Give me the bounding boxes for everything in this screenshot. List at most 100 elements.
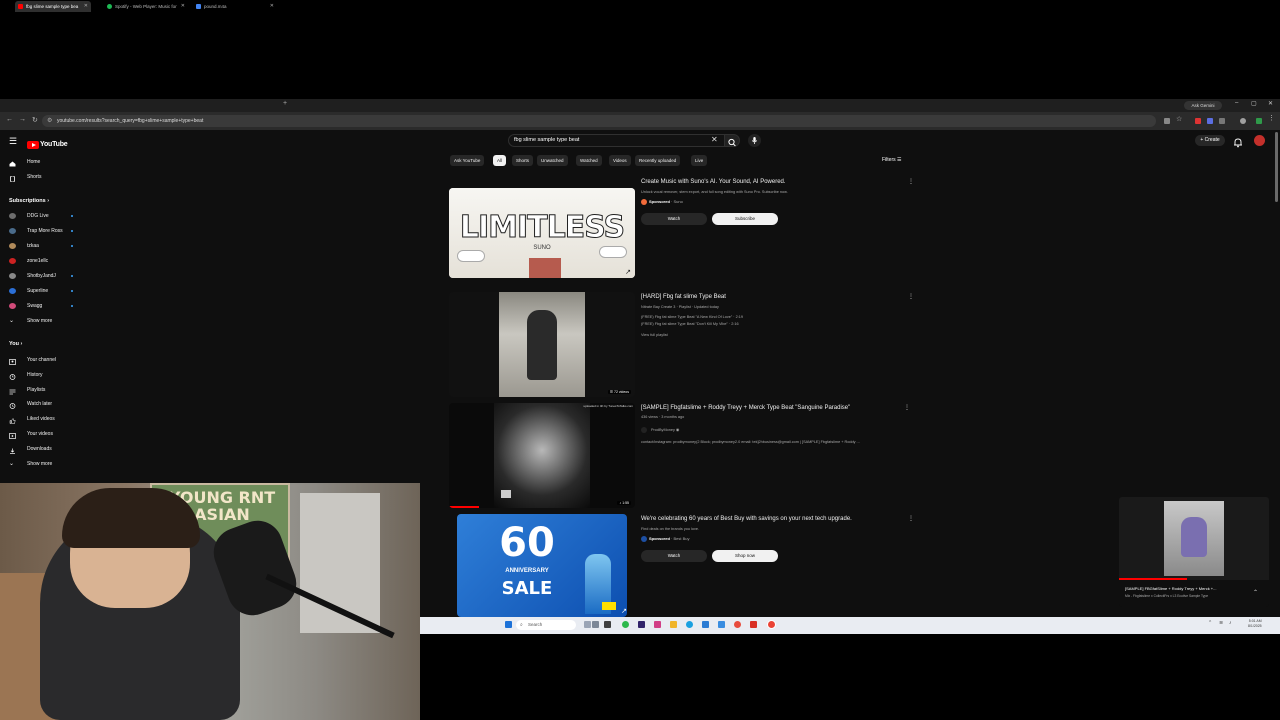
taskbar-app-icon[interactable] xyxy=(750,621,757,628)
taskbar-search-box[interactable]: ⌕ Search xyxy=(516,620,576,630)
playlist-thumbnail[interactable]: ☰ 72 videos xyxy=(449,292,635,397)
account-avatar[interactable] xyxy=(1254,135,1265,146)
forward-icon[interactable]: → xyxy=(19,116,26,123)
filters-button[interactable]: Filters ☰ xyxy=(882,157,902,163)
miniplayer-progress-bar[interactable] xyxy=(1119,578,1187,580)
bookmark-star-icon[interactable]: ☆ xyxy=(1176,115,1182,123)
ad-title[interactable]: Create Music with Suno's AI. Your Sound,… xyxy=(641,179,786,185)
sidebar-item-liked-videos[interactable]: Liked videos xyxy=(0,412,120,426)
taskbar-app-icon[interactable] xyxy=(584,621,591,628)
watch-button[interactable]: Watch xyxy=(641,550,707,562)
chip-unwatched[interactable]: Unwatched xyxy=(537,155,568,166)
taskbar-app-icon[interactable] xyxy=(592,621,599,628)
chip-live[interactable]: Live xyxy=(691,155,708,166)
hamburger-menu-icon[interactable]: ☰ xyxy=(9,136,17,147)
close-tab-icon[interactable]: ✕ xyxy=(84,1,88,12)
profile-icon[interactable] xyxy=(1240,118,1246,124)
playlist-video-line[interactable]: (FREE) Fbg fat slime Type Beat "Don't Ki… xyxy=(641,322,739,326)
taskbar-app-icon[interactable] xyxy=(734,621,741,628)
sidebar-item-shorts[interactable]: Shorts xyxy=(0,170,120,184)
taskbar-app-icon[interactable] xyxy=(654,621,661,628)
playlist-video-line[interactable]: (FREE) Fbg fat slime Type Beat "A New Ki… xyxy=(641,315,743,319)
subscribe-button[interactable]: Subscribe xyxy=(712,213,778,225)
task-view-icon[interactable] xyxy=(604,621,611,628)
chip-ask-youtube[interactable]: Ask YouTube xyxy=(450,155,485,166)
sidebar-show-more-subscriptions[interactable]: ⌄ Show more xyxy=(0,314,120,328)
shop-now-button[interactable]: Shop now xyxy=(712,550,778,562)
search-button[interactable] xyxy=(724,134,740,147)
search-input[interactable]: fbg slime sample type beat xyxy=(508,134,724,147)
miniplayer-video[interactable] xyxy=(1119,497,1269,580)
ad-title[interactable]: We're celebrating 60 years of Best Buy w… xyxy=(641,516,852,522)
install-app-icon[interactable] xyxy=(1164,118,1170,124)
more-options-icon[interactable]: ⋮ xyxy=(908,178,914,185)
site-info-icon[interactable]: ⚙ xyxy=(47,115,52,127)
address-bar[interactable]: ⚙ youtube.com/results?search_query=fbg+s… xyxy=(42,115,1156,127)
ask-gemini-button[interactable]: Ask Gemini xyxy=(1184,101,1222,110)
extension-red-icon[interactable] xyxy=(1195,118,1201,124)
extension-green-icon[interactable] xyxy=(1256,118,1262,124)
new-tab-button[interactable]: + xyxy=(283,100,287,107)
volume-icon[interactable]: ♪ xyxy=(1229,620,1232,626)
sidebar-channel-ddg-live[interactable]: DDG Live xyxy=(0,209,120,223)
chip-shorts[interactable]: Shorts xyxy=(512,155,534,166)
notifications-bell-icon[interactable] xyxy=(1233,135,1243,153)
chrome-taskbar-icon[interactable] xyxy=(768,621,775,628)
watch-button[interactable]: Watch xyxy=(641,213,707,225)
sidebar-item-your-videos[interactable]: Your videos xyxy=(0,427,120,441)
chip-all[interactable]: All xyxy=(493,155,507,166)
youtube-logo[interactable]: YouTube xyxy=(27,136,68,154)
taskbar-app-icon[interactable] xyxy=(718,621,725,628)
ad-thumbnail-suno[interactable]: LIMITLESS SUNO ↗ xyxy=(449,188,635,278)
miniplayer[interactable]: [SAMPLE] FBGfatSlime + Roddy Treyy + Mer… xyxy=(1119,497,1269,607)
extension-blue-icon[interactable] xyxy=(1207,118,1213,124)
maximize-icon[interactable]: ▢ xyxy=(1251,100,1257,107)
video-thumbnail[interactable]: uploaded in 4K by TunesToTalks.com ♪ 1:5… xyxy=(449,403,635,508)
back-icon[interactable]: ← xyxy=(6,116,13,123)
windows-start-icon[interactable] xyxy=(505,621,512,628)
playlist-title[interactable]: [HARD] Fbg fat slime Type Beat xyxy=(641,294,726,300)
extensions-puzzle-icon[interactable] xyxy=(1219,118,1225,124)
chip-watched[interactable]: Watched xyxy=(576,155,602,166)
browser-tab-youtube[interactable]: fbg slime sample type bea ✕ xyxy=(15,1,91,12)
create-button[interactable]: + Create xyxy=(1195,135,1225,146)
reload-icon[interactable]: ↻ xyxy=(32,116,38,124)
adobe-app-icon[interactable] xyxy=(638,621,645,628)
close-window-icon[interactable]: ✕ xyxy=(1268,100,1273,107)
tray-chevron-icon[interactable]: ⌃ xyxy=(1208,620,1212,626)
sidebar-item-history[interactable]: History xyxy=(0,368,120,382)
you-heading[interactable]: You › xyxy=(9,341,22,347)
view-full-playlist-link[interactable]: View full playlist xyxy=(641,333,668,337)
sidebar-channel-swagg[interactable]: Swagg xyxy=(0,299,120,313)
sidebar-item-playlists[interactable]: Playlists xyxy=(0,383,120,397)
sidebar-channel-superline[interactable]: Superline xyxy=(0,284,120,298)
file-explorer-icon[interactable] xyxy=(670,621,677,628)
chip-videos[interactable]: Videos xyxy=(609,155,631,166)
browser-tab-spotify[interactable]: Spotify - Web Player: Music for ✕ xyxy=(104,1,188,12)
more-options-icon[interactable]: ⋮ xyxy=(904,404,910,411)
subscriptions-heading[interactable]: Subscriptions › xyxy=(9,198,49,204)
browser-menu-icon[interactable]: ⋮ xyxy=(1268,114,1275,122)
voice-search-button[interactable] xyxy=(748,134,761,147)
sidebar-item-downloads[interactable]: Downloads xyxy=(0,442,120,456)
edge-browser-icon[interactable] xyxy=(686,621,693,628)
sidebar-item-home[interactable]: Home xyxy=(0,155,120,169)
clear-search-icon[interactable]: ✕ xyxy=(711,135,718,144)
sidebar-channel-shotbyjandj[interactable]: ShotbyJandJ xyxy=(0,269,120,283)
wifi-icon[interactable]: ≋ xyxy=(1219,620,1223,626)
ad-thumbnail-bestbuy[interactable]: 60 ANNIVERSARY SALE ↗ xyxy=(457,514,627,617)
expand-up-icon[interactable]: ⌃ xyxy=(1253,589,1258,596)
page-scrollbar[interactable] xyxy=(1275,132,1278,202)
sidebar-show-more-you[interactable]: ⌄ Show more xyxy=(0,457,120,471)
chip-recently-uploaded[interactable]: Recently uploaded xyxy=(635,155,681,166)
sidebar-channel-trap-more-ross[interactable]: Trap More Ross xyxy=(0,224,120,238)
sidebar-item-your-channel[interactable]: Your channel xyxy=(0,353,120,367)
video-title[interactable]: [SAMPLE] Fbgfatslime + Roddy Treyy + Mer… xyxy=(641,405,850,411)
sidebar-channel-zone1ellc[interactable]: zone1ellc xyxy=(0,254,120,268)
sidebar-item-watch-later[interactable]: Watch later xyxy=(0,397,120,411)
taskbar-app-icon[interactable] xyxy=(622,621,629,628)
video-channel[interactable]: ProdByMoney ◉ xyxy=(641,427,679,433)
sidebar-channel-tzkaa[interactable]: tzkaa xyxy=(0,239,120,253)
browser-tab-audio-file[interactable]: pound.m4a ✕ xyxy=(193,1,277,12)
more-options-icon[interactable]: ⋮ xyxy=(908,515,914,522)
